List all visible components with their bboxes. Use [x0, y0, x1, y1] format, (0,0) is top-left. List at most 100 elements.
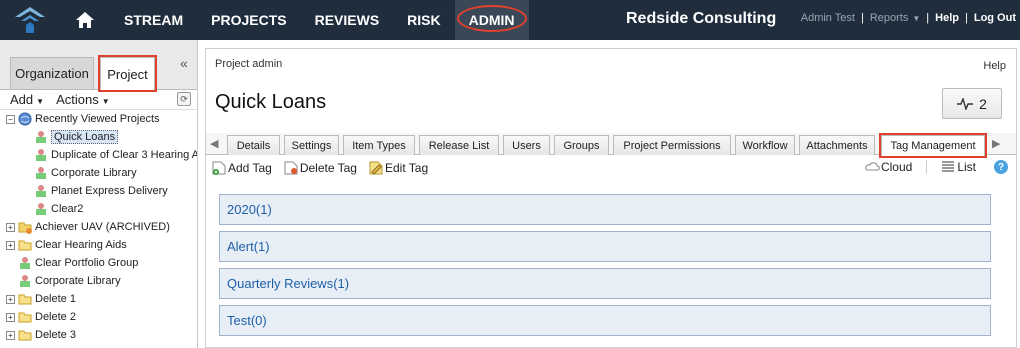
expand-toggle-icon[interactable]: +	[6, 312, 15, 322]
tree-item-corporate-library[interactable]: Corporate Library	[0, 164, 197, 182]
tree-label: Corporate Library	[35, 275, 121, 287]
tree-item-planet-express[interactable]: Planet Express Delivery	[0, 182, 197, 200]
tree-label: Recently Viewed Projects	[35, 113, 160, 125]
cloud-label: Cloud	[880, 160, 913, 174]
divider: |	[964, 12, 968, 24]
main-panel: Project admin Help Quick Loans 2 ◀ Detai…	[205, 48, 1017, 348]
nav-risk[interactable]: RISK	[393, 0, 454, 40]
cloud-view-button[interactable]: Cloud	[865, 160, 912, 174]
logout-link[interactable]: Log Out	[974, 12, 1016, 24]
tree-item-corporate-library-2[interactable]: Corporate Library	[0, 272, 197, 290]
list-view-button[interactable]: List	[941, 160, 976, 174]
tree-item-clear2[interactable]: Clear2	[0, 200, 197, 218]
tree-label: Clear Portfolio Group	[35, 257, 139, 269]
refresh-icon[interactable]: ⟳	[177, 92, 191, 106]
tree-item-delete2[interactable]: + Delete 2	[0, 308, 197, 326]
tab-details[interactable]: Details	[227, 135, 280, 155]
project-icon	[34, 130, 48, 144]
tab-project-permissions[interactable]: Project Permissions	[613, 135, 731, 155]
help-link[interactable]: Help	[935, 12, 959, 24]
project-icon	[34, 166, 48, 180]
tab-settings[interactable]: Settings	[284, 135, 339, 155]
tree-label: Delete 2	[35, 311, 76, 323]
chevron-down-icon: ▼	[912, 14, 921, 23]
expand-toggle-icon[interactable]: +	[6, 294, 15, 304]
edit-tag-label: Edit Tag	[384, 161, 429, 175]
tree-item-duplicate[interactable]: Duplicate of Clear 3 Hearing A	[0, 146, 197, 164]
breadcrumb: Project admin	[215, 58, 283, 70]
tree-item-delete1[interactable]: + Delete 1	[0, 290, 197, 308]
divider: |	[860, 12, 864, 24]
tree-item-clear-portfolio[interactable]: Clear Portfolio Group	[0, 254, 197, 272]
delete-tag-button[interactable]: Delete Tag	[284, 161, 357, 175]
tree-item-quick-loans[interactable]: Quick Loans	[0, 128, 197, 146]
tag-row[interactable]: Alert(1)	[219, 231, 991, 262]
tree-item-recent[interactable]: − Recently Viewed Projects	[0, 110, 197, 128]
logo-icon[interactable]	[0, 0, 60, 40]
pulse-icon	[957, 97, 974, 110]
nav-projects[interactable]: PROJECTS	[197, 0, 300, 40]
actions-menu[interactable]: Actions ▼	[56, 92, 110, 107]
add-tag-icon	[212, 161, 226, 175]
tag-toolbar: Add Tag Delete Tag Edit Tag Cloud List ?	[206, 156, 1016, 180]
list-icon	[941, 160, 955, 174]
nav-reviews[interactable]: REVIEWS	[301, 0, 394, 40]
expand-toggle-icon[interactable]: +	[6, 330, 15, 340]
home-icon[interactable]	[60, 0, 110, 40]
tree-item-achiever[interactable]: + Achiever UAV (ARCHIVED)	[0, 218, 197, 236]
user-links: Admin Test | Reports ▼ | Help | Log Out	[801, 12, 1016, 24]
project-icon	[34, 148, 48, 162]
project-icon	[34, 202, 48, 216]
tab-item-types[interactable]: Item Types	[343, 135, 415, 155]
cloud-icon	[865, 160, 880, 174]
tree-item-delete3[interactable]: + Delete 3	[0, 326, 197, 344]
tab-groups[interactable]: Groups	[554, 135, 609, 155]
actions-label: Actions	[56, 92, 99, 107]
expand-toggle-icon[interactable]: +	[6, 222, 15, 232]
project-icon	[34, 184, 48, 198]
scroll-left-icon[interactable]: ◀	[210, 137, 218, 150]
tag-row[interactable]: Quarterly Reviews(1)	[219, 268, 991, 299]
tab-organization[interactable]: Organization	[10, 57, 94, 89]
tab-tag-management[interactable]: Tag Management	[879, 133, 987, 158]
left-toolbar: Add ▼ Actions ▼ ⟳	[0, 90, 197, 110]
reports-menu[interactable]: Reports ▼	[870, 12, 920, 24]
collapse-icon[interactable]: «	[180, 55, 188, 71]
pulse-button[interactable]: 2	[942, 88, 1002, 119]
scroll-right-icon[interactable]: ▶	[992, 137, 1000, 150]
tree-label: Delete 3	[35, 329, 76, 341]
tag-row[interactable]: 2020(1)	[219, 194, 991, 225]
expand-toggle-icon[interactable]: +	[6, 240, 15, 250]
tree-label: Clear2	[51, 203, 84, 215]
tab-workflow[interactable]: Workflow	[735, 135, 795, 155]
tree-label: Delete 1	[35, 293, 76, 305]
archived-folder-icon	[18, 220, 32, 234]
user-name[interactable]: Admin Test	[801, 12, 855, 24]
help-icon[interactable]: ?	[994, 160, 1008, 174]
tab-users[interactable]: Users	[503, 135, 550, 155]
edit-tag-button[interactable]: Edit Tag	[369, 161, 428, 175]
nav-admin[interactable]: ADMIN	[454, 0, 529, 40]
add-tag-button[interactable]: Add Tag	[212, 161, 272, 175]
tree-label: Duplicate of Clear 3 Hearing A	[51, 149, 197, 161]
add-tag-label: Add Tag	[228, 161, 272, 175]
tab-project[interactable]: Project	[98, 55, 157, 92]
folder-icon	[18, 292, 32, 306]
folder-icon	[18, 328, 32, 342]
globe-icon	[18, 112, 32, 126]
top-nav: STREAM PROJECTS REVIEWS RISK ADMIN Redsi…	[0, 0, 1020, 40]
tab-attachments[interactable]: Attachments	[799, 135, 875, 155]
project-icon	[18, 256, 32, 270]
tree-label: Clear Hearing Aids	[35, 239, 127, 251]
collapse-toggle-icon[interactable]: −	[6, 114, 15, 124]
list-label: List	[957, 160, 976, 174]
nav-stream[interactable]: STREAM	[110, 0, 197, 40]
project-tree: − Recently Viewed Projects Quick Loans D…	[0, 110, 197, 344]
help-link[interactable]: Help	[983, 60, 1006, 72]
delete-tag-icon	[284, 161, 298, 175]
delete-tag-label: Delete Tag	[299, 161, 357, 175]
tag-row[interactable]: Test(0)	[219, 305, 991, 336]
add-menu[interactable]: Add ▼	[10, 92, 44, 107]
tab-release-list[interactable]: Release List	[419, 135, 499, 155]
tree-item-clear-hearing[interactable]: + Clear Hearing Aids	[0, 236, 197, 254]
